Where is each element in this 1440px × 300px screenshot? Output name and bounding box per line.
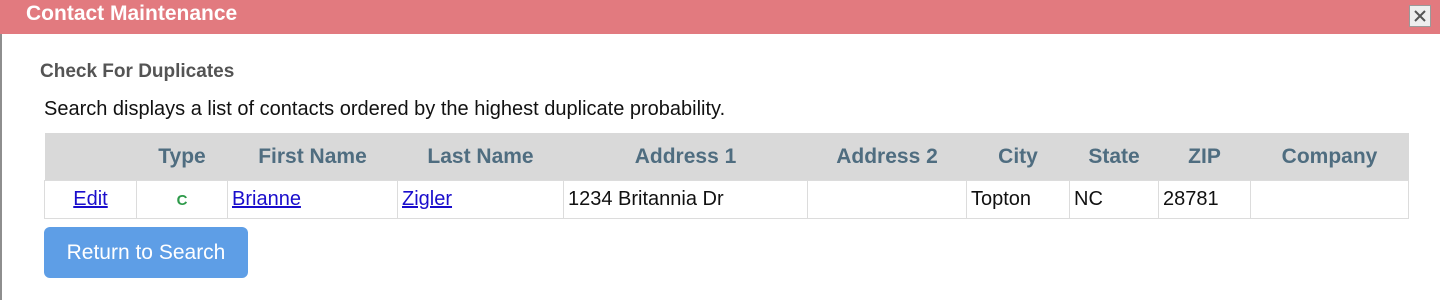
first-name-link[interactable]: Brianne: [232, 188, 301, 210]
header-type: Type: [136, 133, 228, 181]
row-action-cell: Edit: [44, 180, 137, 219]
header-city: City: [966, 133, 1070, 181]
header-company: Company: [1250, 133, 1409, 181]
row-zip-cell: 28781: [1158, 180, 1251, 219]
header-action: [44, 133, 137, 181]
close-button[interactable]: [1409, 5, 1431, 27]
row-type-cell: C: [136, 180, 228, 219]
row-last-name-cell: Zigler: [397, 180, 564, 219]
window-title: Contact Maintenance: [26, 2, 238, 25]
header-first-name: First Name: [227, 133, 398, 181]
close-icon: [1414, 10, 1426, 22]
header-last-name: Last Name: [397, 133, 564, 181]
window-left-border: [0, 34, 2, 300]
header-state: State: [1069, 133, 1159, 181]
edit-link[interactable]: Edit: [73, 188, 107, 210]
return-to-search-button[interactable]: Return to Search: [44, 227, 248, 278]
window-titlebar: Contact Maintenance: [0, 0, 1440, 34]
header-address-1: Address 1: [563, 133, 808, 181]
header-address-2: Address 2: [807, 133, 967, 181]
row-address-1-cell: 1234 Britannia Dr: [563, 180, 808, 219]
row-company-cell: [1250, 180, 1409, 219]
row-state-cell: NC: [1069, 180, 1159, 219]
table-header-row: Type First Name Last Name Address 1 Addr…: [44, 133, 1409, 181]
header-zip: ZIP: [1158, 133, 1251, 181]
section-description: Search displays a list of contacts order…: [44, 98, 726, 120]
row-city-cell: Topton: [966, 180, 1070, 219]
last-name-link[interactable]: Zigler: [402, 188, 452, 210]
row-first-name-cell: Brianne: [227, 180, 398, 219]
contact-type-icon: C: [176, 192, 188, 209]
table-row: Edit C Brianne Zigler 1234 Britannia Dr …: [44, 180, 1409, 219]
duplicates-table: Type First Name Last Name Address 1 Addr…: [44, 133, 1409, 219]
section-title: Check For Duplicates: [40, 61, 235, 82]
row-address-2-cell: [807, 180, 967, 219]
